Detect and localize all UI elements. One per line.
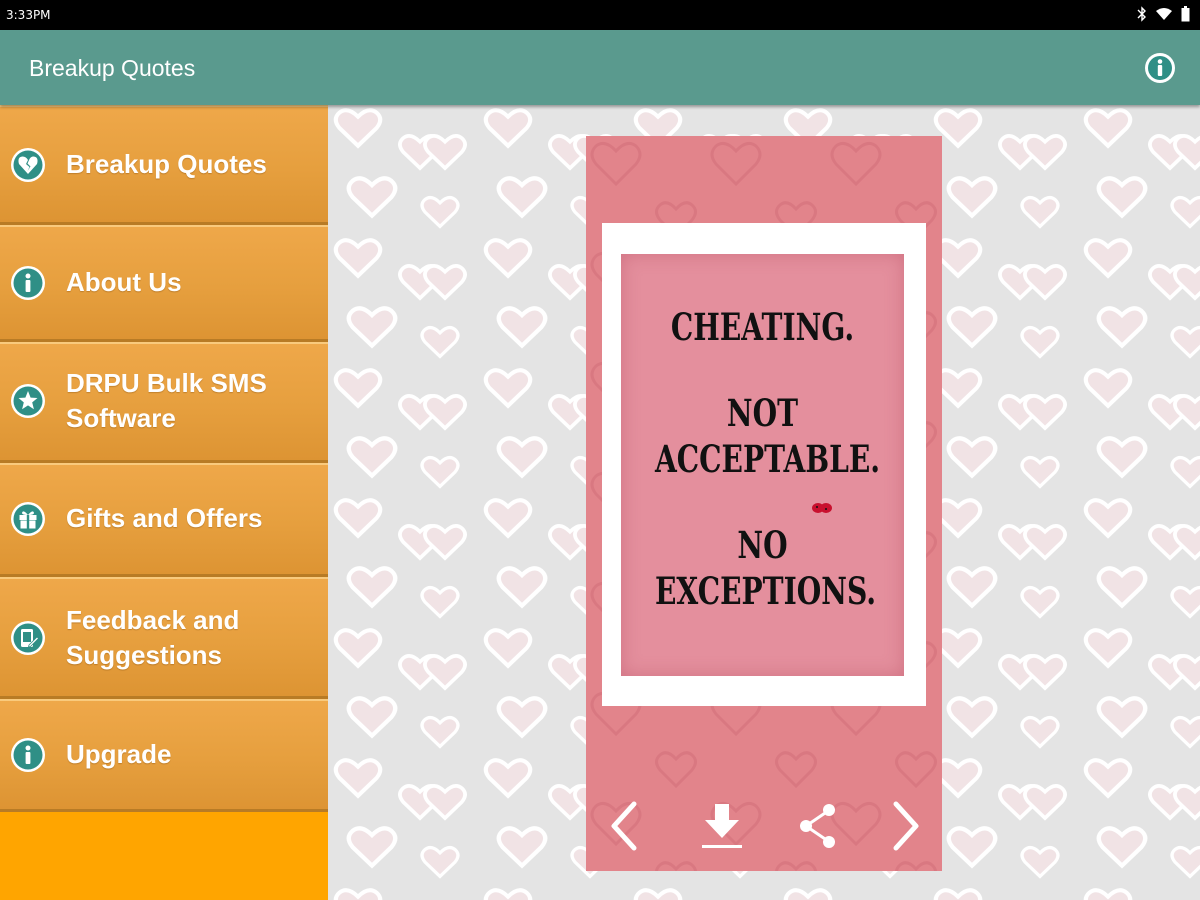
drawer-item-label: About Us [66, 267, 182, 297]
gift-icon [11, 502, 45, 536]
status-time: 3:33PM [6, 8, 51, 22]
wifi-icon [1155, 7, 1173, 21]
quote-line: NOT [726, 391, 799, 435]
info-icon [11, 266, 45, 300]
previous-button[interactable] [596, 798, 652, 854]
share-button[interactable] [790, 798, 846, 854]
next-icon [893, 801, 919, 851]
info-button[interactable] [1144, 52, 1176, 84]
app-title: Breakup Quotes [29, 55, 196, 81]
quote-line: CHEATING. [670, 305, 855, 349]
previous-icon [611, 801, 637, 851]
app-bar: Breakup Quotes [0, 30, 1200, 105]
download-icon [702, 804, 742, 848]
drawer-item-label: Breakup Quotes [66, 149, 267, 179]
drawer-item-about-us[interactable]: About Us [0, 225, 328, 342]
status-icons [1137, 6, 1190, 22]
quote-text: CHEATING. NOT ACCEPTABLE. NO EXCEPTIONS. [654, 304, 881, 614]
drawer-item-gifts-offers[interactable]: Gifts and Offers [0, 463, 328, 577]
share-icon [800, 804, 835, 848]
next-button[interactable] [878, 798, 934, 854]
quote-line: ACCEPTABLE. [654, 437, 881, 481]
info-icon [11, 738, 45, 772]
drawer-item-feedback-suggestions[interactable]: Feedback and Suggestions [0, 577, 328, 699]
drawer-item-label: Feedback and Suggestions [66, 605, 240, 670]
broken-heart-icon [11, 148, 45, 182]
ladybug-decoration [812, 503, 832, 513]
drawer-item-label: Upgrade [66, 739, 172, 769]
drawer-item-label: Gifts and Offers [66, 503, 263, 533]
battery-icon [1181, 6, 1190, 22]
drawer-item-breakup-quotes[interactable]: Breakup Quotes [0, 105, 328, 225]
feedback-icon [11, 621, 45, 655]
info-icon [1145, 53, 1175, 83]
quote-line: EXCEPTIONS. [654, 569, 877, 613]
quote-image-frame: CHEATING. NOT ACCEPTABLE. NO EXCEPTIONS. [602, 223, 926, 706]
navigation-drawer: Breakup Quotes About Us DRPU Bulk SMS So… [0, 105, 328, 900]
quote-image: CHEATING. NOT ACCEPTABLE. NO EXCEPTIONS. [621, 254, 904, 676]
quote-card: CHEATING. NOT ACCEPTABLE. NO EXCEPTIONS. [586, 136, 942, 871]
bluetooth-icon [1137, 6, 1147, 22]
status-bar: 3:33PM [0, 0, 1200, 30]
drawer-item-upgrade[interactable]: Upgrade [0, 699, 328, 812]
star-icon [11, 384, 45, 418]
download-button[interactable] [694, 798, 750, 854]
quote-line: NO [737, 523, 788, 567]
drawer-item-label: DRPU Bulk SMS Software [66, 368, 267, 433]
quote-viewer: CHEATING. NOT ACCEPTABLE. NO EXCEPTIONS. [328, 105, 1200, 900]
drawer-item-drpu-bulk-sms[interactable]: DRPU Bulk SMS Software [0, 342, 328, 463]
